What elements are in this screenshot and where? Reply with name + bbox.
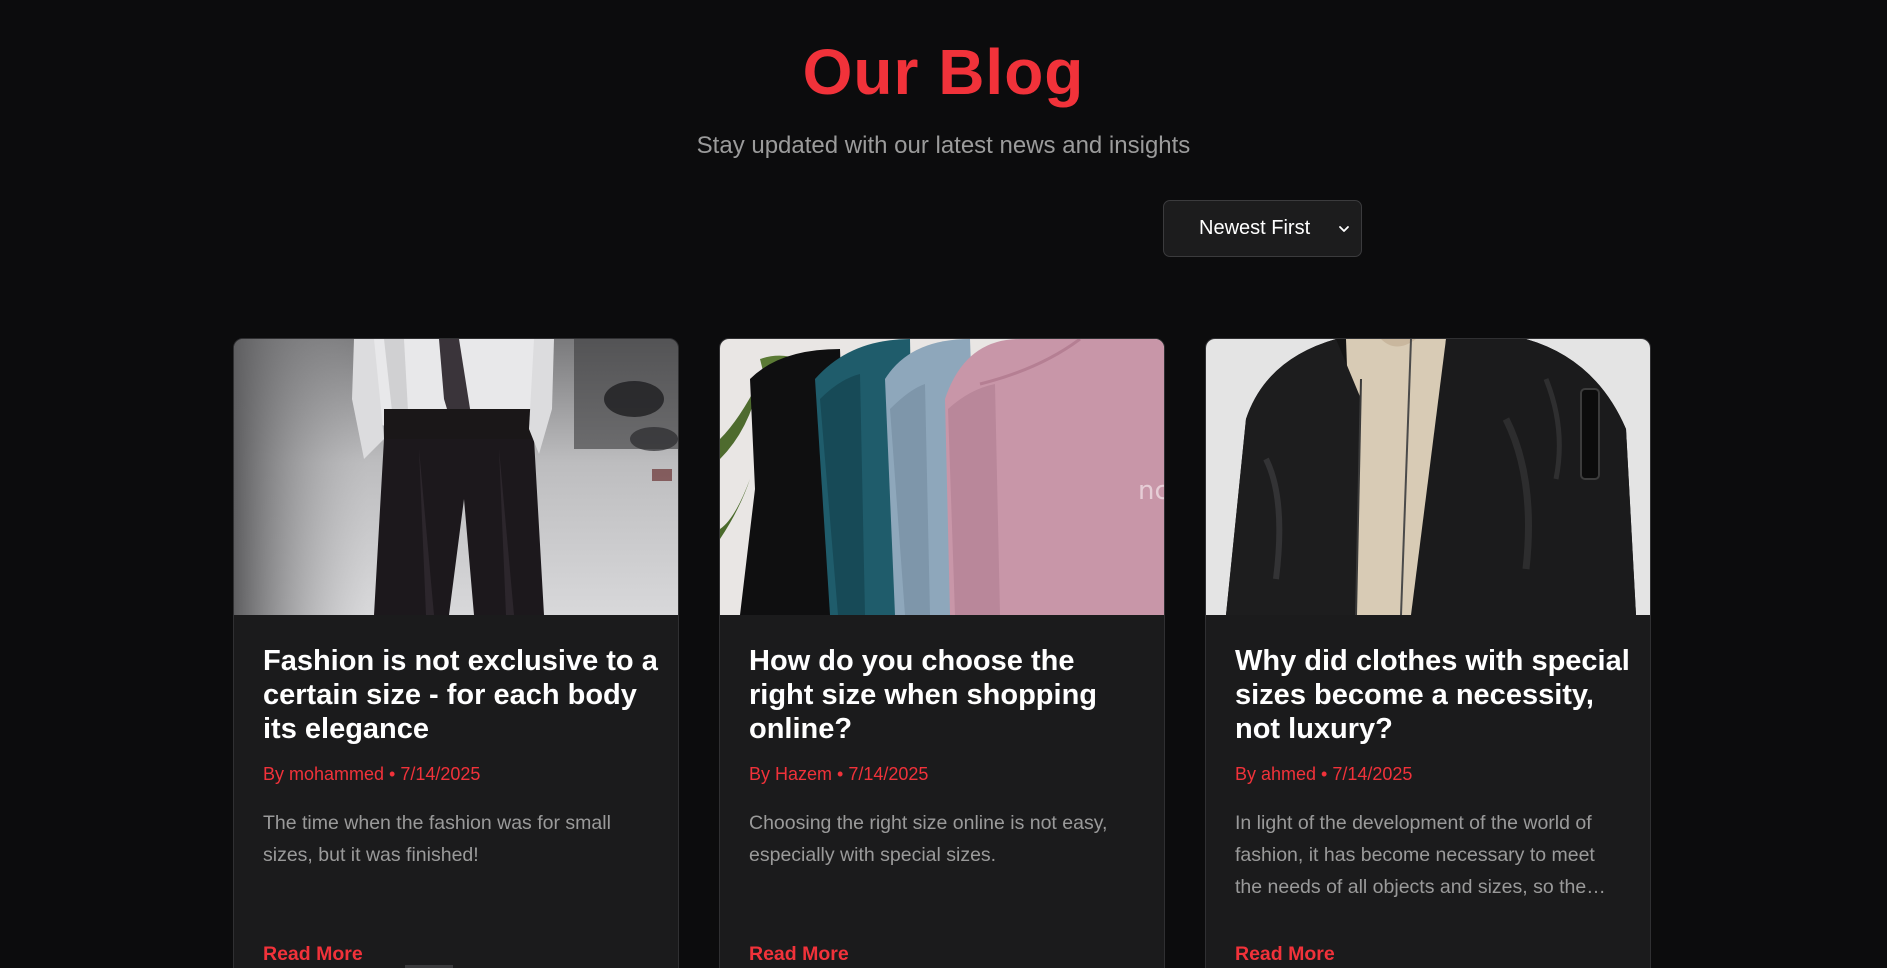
page-title: Our Blog — [802, 36, 1085, 108]
sort-dropdown[interactable]: Newest First — [1163, 200, 1362, 257]
blog-page: Our Blog Stay updated with our latest ne… — [0, 0, 1887, 968]
post-meta: By Hazem • 7/14/2025 — [749, 764, 929, 784]
black-bomber-jacket-photo[interactable] — [1206, 339, 1651, 615]
read-more-link[interactable]: Read More — [263, 942, 363, 966]
post-title[interactable]: Fashion is not exclusive to a certain si… — [263, 644, 658, 746]
sort-selected-value: Newest First — [1199, 217, 1311, 239]
read-more-link[interactable]: Read More — [1235, 942, 1335, 966]
fashion-runway-photo[interactable] — [234, 339, 679, 615]
post-title[interactable]: Why did clothes with special sizes becom… — [1235, 644, 1630, 746]
sweatshirts-on-rack-photo[interactable]: nc — [720, 339, 1165, 615]
post-excerpt: In light of the development of the world… — [1235, 812, 1606, 898]
read-more-link[interactable]: Read More — [749, 942, 849, 966]
blog-card[interactable]: Why did clothes with special sizes becom… — [1205, 338, 1651, 968]
post-meta: By ahmed • 7/14/2025 — [1235, 764, 1413, 784]
post-excerpt: Choosing the right size online is not ea… — [749, 812, 1108, 866]
blog-card[interactable]: Fashion is not exclusive to a certain si… — [233, 338, 679, 968]
page-subtitle: Stay updated with our latest news and in… — [696, 132, 1191, 159]
post-excerpt: The time when the fashion was for small … — [263, 812, 611, 866]
chevron-down-icon — [1339, 226, 1349, 232]
blog-card[interactable]: nc How do you choose the right size when… — [719, 338, 1165, 968]
svg-text:nc: nc — [1138, 476, 1165, 506]
post-title[interactable]: How do you choose the right size when sh… — [749, 644, 1144, 746]
post-meta: By mohammed • 7/14/2025 — [263, 764, 481, 784]
